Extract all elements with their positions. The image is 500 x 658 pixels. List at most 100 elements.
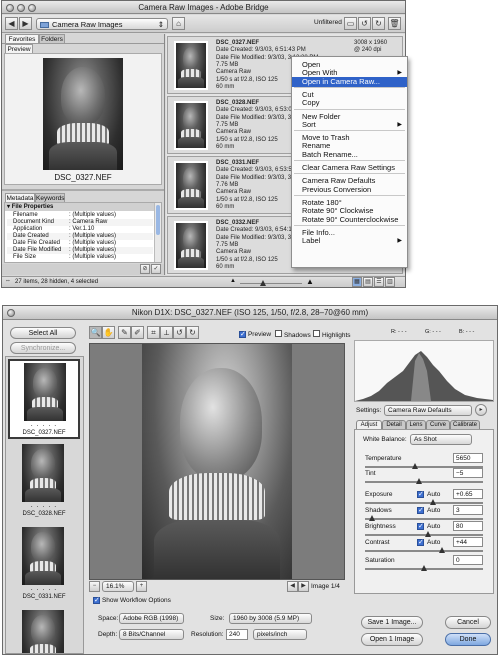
hand-tool-icon[interactable]: ✋ bbox=[102, 326, 115, 339]
panel-toggle-icon[interactable]: ⇔ bbox=[5, 278, 11, 284]
minimize-window-button[interactable] bbox=[17, 4, 25, 12]
zoom-in-icon[interactable]: ▲ bbox=[306, 277, 314, 286]
resolution-unit-dropdown[interactable]: pixels/inch bbox=[253, 629, 307, 640]
zoom-tool-icon[interactable]: 🔍 bbox=[89, 326, 102, 339]
settings-dropdown[interactable]: Camera Raw Defaults bbox=[384, 405, 472, 416]
zoom-out-icon[interactable]: ▲ bbox=[230, 278, 236, 284]
versions-view-icon[interactable]: ▥ bbox=[385, 277, 395, 287]
depth-dropdown[interactable]: 8 Bits/Channel bbox=[119, 629, 184, 640]
menu-item[interactable]: Clear Camera Raw Settings bbox=[292, 163, 407, 173]
filmstrip-item[interactable]: . . . . . DSC_0328.NEF bbox=[8, 442, 80, 522]
menu-item[interactable]: Label ▶ bbox=[292, 236, 407, 246]
zoom-out-icon[interactable]: − bbox=[89, 581, 100, 592]
size-dropdown[interactable]: 1960 by 3008 (5.9 MP) bbox=[229, 613, 312, 624]
filmstrip-view-icon[interactable]: ▤ bbox=[363, 277, 373, 287]
tab-calibrate[interactable]: Calibrate bbox=[450, 420, 480, 429]
slider-track[interactable] bbox=[365, 478, 483, 484]
previous-image-icon[interactable]: ◀ bbox=[287, 581, 298, 592]
cancel-icon[interactable]: ⊘ bbox=[140, 264, 150, 274]
slider-track[interactable] bbox=[365, 499, 483, 505]
settings-menu-icon[interactable]: ▸ bbox=[475, 404, 487, 416]
tab-adjust[interactable]: Adjust bbox=[356, 420, 382, 429]
slider-value-field[interactable]: 3 bbox=[453, 505, 483, 515]
menu-item[interactable]: Rotate 90° Counterclockwise bbox=[292, 215, 407, 225]
menu-item[interactable]: Copy bbox=[292, 98, 407, 108]
filmstrip-item[interactable]: . . . . . DSC_0331.NEF bbox=[8, 525, 80, 605]
synchronize-button[interactable]: Synchronize... bbox=[10, 342, 76, 354]
slider-value-field[interactable]: 0 bbox=[453, 555, 483, 565]
rotate-left-icon[interactable]: ↺ bbox=[358, 17, 371, 30]
tab-keywords[interactable]: Keywords bbox=[35, 193, 65, 202]
show-workflow-checkbox[interactable]: ✓ Show Workflow Options bbox=[93, 596, 171, 605]
tab-curve[interactable]: Curve bbox=[426, 420, 450, 429]
cancel-button[interactable]: Cancel bbox=[445, 616, 491, 629]
menu-item[interactable]: Batch Rename... bbox=[292, 150, 407, 160]
tab-metadata[interactable]: Metadata bbox=[5, 193, 35, 202]
slider-thumb[interactable] bbox=[369, 515, 376, 521]
up-folder-icon[interactable]: ⌂ bbox=[172, 17, 185, 30]
thumbnail-size-slider[interactable] bbox=[240, 280, 302, 286]
slider-value-field[interactable]: +44 bbox=[453, 537, 483, 547]
tab-detail[interactable]: Detail bbox=[382, 420, 406, 429]
auto-checkbox[interactable]: ✓ bbox=[417, 523, 424, 530]
crop-tool-icon[interactable]: ⌗ bbox=[147, 326, 160, 339]
highlights-checkbox[interactable]: Highlights bbox=[313, 330, 351, 340]
next-image-icon[interactable]: ▶ bbox=[298, 581, 309, 592]
space-dropdown[interactable]: Adobe RGB (1998) bbox=[119, 613, 184, 624]
location-dropdown[interactable]: Camera Raw Images ⇕ bbox=[36, 18, 168, 30]
details-view-icon[interactable]: ☰ bbox=[374, 277, 384, 287]
new-folder-icon[interactable]: ▭ bbox=[344, 17, 357, 30]
straighten-tool-icon[interactable]: ⟂ bbox=[160, 326, 173, 339]
close-window-button[interactable] bbox=[7, 309, 15, 317]
white-balance-tool-icon[interactable]: ✎ bbox=[118, 326, 131, 339]
zoom-level-dropdown[interactable]: 16.1% bbox=[102, 581, 134, 592]
zoom-in-icon[interactable]: + bbox=[136, 581, 147, 592]
auto-checkbox[interactable]: ✓ bbox=[417, 491, 424, 498]
tab-folders[interactable]: Folders bbox=[39, 34, 65, 43]
rotate-right-icon[interactable]: ↻ bbox=[186, 326, 199, 339]
filmstrip-rating[interactable]: . . . . . bbox=[8, 502, 80, 509]
file-properties-header[interactable]: ▾ File Properties bbox=[5, 203, 155, 211]
slider-thumb[interactable] bbox=[411, 463, 418, 469]
color-sampler-tool-icon[interactable]: ✐ bbox=[131, 326, 144, 339]
menu-item[interactable]: Previous Conversion bbox=[292, 185, 407, 195]
slider-track[interactable] bbox=[365, 565, 483, 571]
slider-track[interactable] bbox=[365, 547, 483, 553]
open-image-button[interactable]: Open 1 Image bbox=[361, 633, 423, 646]
apply-icon[interactable]: ✓ bbox=[151, 264, 161, 274]
close-window-button[interactable] bbox=[6, 4, 14, 12]
rotate-left-icon[interactable]: ↺ bbox=[173, 326, 186, 339]
preview-checkbox[interactable]: ✓ Preview bbox=[239, 330, 271, 339]
resolution-field[interactable]: 240 bbox=[226, 629, 248, 640]
filmstrip-item[interactable]: DSC_0332.NEF bbox=[8, 608, 80, 653]
tab-favorites[interactable]: Favorites bbox=[5, 34, 39, 43]
save-image-button[interactable]: Save 1 Image... bbox=[361, 616, 423, 629]
slider-thumb[interactable] bbox=[438, 547, 445, 553]
zoom-window-button[interactable] bbox=[28, 4, 36, 12]
slider-value-field[interactable]: 5650 bbox=[453, 453, 483, 463]
filmstrip-rating[interactable]: . . . . . bbox=[8, 585, 80, 592]
slider-value-field[interactable]: +0.65 bbox=[453, 489, 483, 499]
slider-track[interactable] bbox=[365, 515, 483, 521]
panel-splitter[interactable] bbox=[2, 189, 164, 191]
slider-value-field[interactable]: −5 bbox=[453, 468, 483, 478]
slider-thumb[interactable] bbox=[430, 499, 437, 505]
back-icon[interactable]: ◀ bbox=[5, 17, 18, 30]
menu-item[interactable]: Open in Camera Raw... bbox=[292, 76, 407, 87]
auto-checkbox[interactable]: ✓ bbox=[417, 539, 424, 546]
auto-checkbox[interactable]: ✓ bbox=[417, 507, 424, 514]
tab-lens[interactable]: Lens bbox=[406, 420, 426, 429]
slider-value-field[interactable]: 80 bbox=[453, 521, 483, 531]
slider-thumb[interactable] bbox=[424, 531, 431, 537]
shadows-checkbox[interactable]: Shadows bbox=[275, 330, 311, 340]
filmstrip-item[interactable]: . . . . . DSC_0327.NEF bbox=[8, 359, 80, 439]
thumbnail-view-icon[interactable]: ▦ bbox=[352, 277, 362, 287]
forward-icon[interactable]: ▶ bbox=[19, 17, 32, 30]
metadata-scrollbar[interactable] bbox=[154, 203, 161, 262]
menu-item[interactable]: Sort ▶ bbox=[292, 120, 407, 130]
done-button[interactable]: Done bbox=[445, 633, 491, 646]
trash-icon[interactable]: 🗑 bbox=[388, 17, 401, 30]
slider-track[interactable] bbox=[365, 531, 483, 537]
slider-thumb[interactable] bbox=[421, 565, 427, 571]
select-all-button[interactable]: Select All bbox=[10, 327, 76, 339]
